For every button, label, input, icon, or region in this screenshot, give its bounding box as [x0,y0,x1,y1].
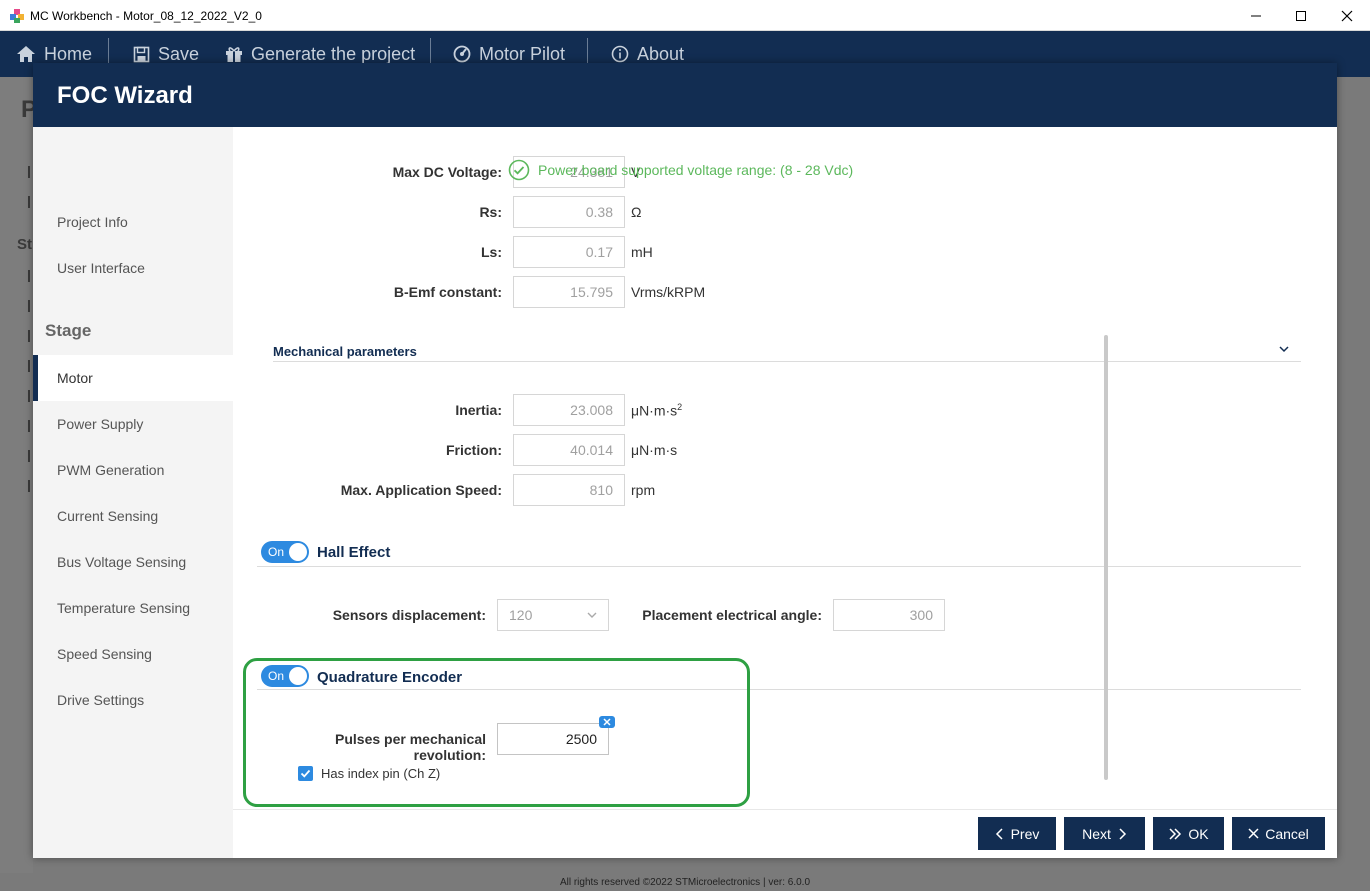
menu-save-label: Save [158,43,200,64]
voltage-range-info: Power board supported voltage range: (8 … [508,159,853,181]
maximize-icon [1296,10,1306,21]
section-divider [273,361,1301,362]
rs-label: Rs: [479,204,502,220]
hall-effect-toggle[interactable]: On [261,541,309,563]
ok-button[interactable]: OK [1153,817,1224,850]
content-scrollbar[interactable] [1104,335,1108,780]
inertia-field[interactable]: 23.008 [513,394,625,426]
menu-generate-label: Generate the project [251,43,416,64]
highlight-frame [243,658,750,807]
sidebar-item-bus-voltage-sensing[interactable]: Bus Voltage Sensing [33,539,233,585]
prev-button[interactable]: Prev [978,817,1056,850]
prev-button-label: Prev [1010,825,1040,842]
hall-effect-title: Hall Effect [317,544,391,561]
sidebar-item-temperature-sensing[interactable]: Temperature Sensing [33,585,233,631]
window-title: MC Workbench - Motor_08_12_2022_V2_0 [30,9,262,23]
inertia-label: Inertia: [455,402,502,418]
next-button[interactable]: Next [1064,817,1145,850]
friction-label: Friction: [446,442,502,458]
chevron-down-icon [587,612,597,618]
sensors-displacement-select[interactable]: 120 [497,599,609,631]
next-button-label: Next [1082,825,1111,842]
chevron-down-icon[interactable] [1278,344,1290,354]
placement-angle-field[interactable]: 300 [833,599,945,631]
sidebar-item-user-interface[interactable]: User Interface [33,245,233,291]
ls-field[interactable]: 0.17 [513,236,625,268]
menu-home-label: Home [44,43,93,64]
bemf-label: B-Emf constant: [393,284,502,300]
home-icon [17,46,35,62]
info-icon [611,45,629,63]
wizard-sidebar: Project Info User Interface Stage Motor … [33,127,233,858]
sidebar-item-drive-settings[interactable]: Drive Settings [33,677,233,723]
dialog-title: FOC Wizard [57,82,193,109]
save-icon [133,46,150,62]
sensors-displacement-value: 120 [509,607,533,623]
cancel-button[interactable]: Cancel [1232,817,1325,850]
mechanical-parameters-title: Mechanical parameters [273,344,417,359]
app-logo-icon [10,9,24,23]
minimize-icon [1251,15,1261,16]
inertia-unit: μN·m·s2 [631,402,683,419]
foc-wizard-dialog: FOC Wizard Project Info User Interface S… [33,63,1337,858]
max-speed-unit: rpm [631,482,656,498]
friction-field[interactable]: 40.014 [513,434,625,466]
check-circle-icon [508,159,530,181]
cancel-button-label: Cancel [1265,825,1309,842]
sidebar-section-stage: Stage [45,321,92,340]
close-icon [1248,828,1259,839]
rs-unit: Ω [631,204,642,220]
sidebar-item-motor[interactable]: Motor [33,355,233,401]
sensors-displacement-label: Sensors displacement: [332,607,486,623]
double-chevron-right-icon [1169,827,1182,840]
sidebar-item-power-supply[interactable]: Power Supply [33,401,233,447]
copyright-footer: All rights reserved ©2022 STMicroelectro… [0,873,1370,891]
sidebar-item-speed-sensing[interactable]: Speed Sensing [33,631,233,677]
rs-field[interactable]: 0.38 [513,196,625,228]
close-window-button[interactable] [1324,0,1370,31]
window-title-bar: MC Workbench - Motor_08_12_2022_V2_0 [0,0,1370,31]
chevron-right-icon [1119,827,1126,840]
toggle-knob [289,543,307,561]
dialog-header: FOC Wizard [33,63,1337,127]
sidebar-item-current-sensing[interactable]: Current Sensing [33,493,233,539]
menu-motor-pilot-label: Motor Pilot [479,43,566,64]
hall-effect-toggle-text: On [268,545,285,559]
chevron-left-icon [995,827,1003,840]
max-dc-voltage-label: Max DC Voltage: [392,164,502,180]
sidebar-item-project-info[interactable]: Project Info [33,199,233,245]
maximize-button[interactable] [1278,0,1324,31]
gauge-icon [453,45,471,63]
bemf-unit: Vrms/kRPM [631,284,706,300]
minimize-button[interactable] [1233,0,1279,31]
gift-icon [226,47,242,62]
sidebar-item-pwm-generation[interactable]: PWM Generation [33,447,233,493]
placement-angle-label: Placement electrical angle: [642,607,822,623]
bemf-field[interactable]: 15.795 [513,276,625,308]
section-divider [257,566,1301,567]
ok-button-label: OK [1188,825,1209,842]
max-speed-field[interactable]: 810 [513,474,625,506]
friction-unit: μN·m·s [631,442,678,458]
background-section: St [17,236,32,253]
ls-unit: mH [631,244,653,260]
ls-label: Ls: [481,244,502,260]
menu-about-label: About [637,43,685,64]
close-icon [1341,10,1353,21]
voltage-range-text: Power board supported voltage range: (8 … [538,162,854,178]
max-speed-label: Max. Application Speed: [340,482,502,498]
